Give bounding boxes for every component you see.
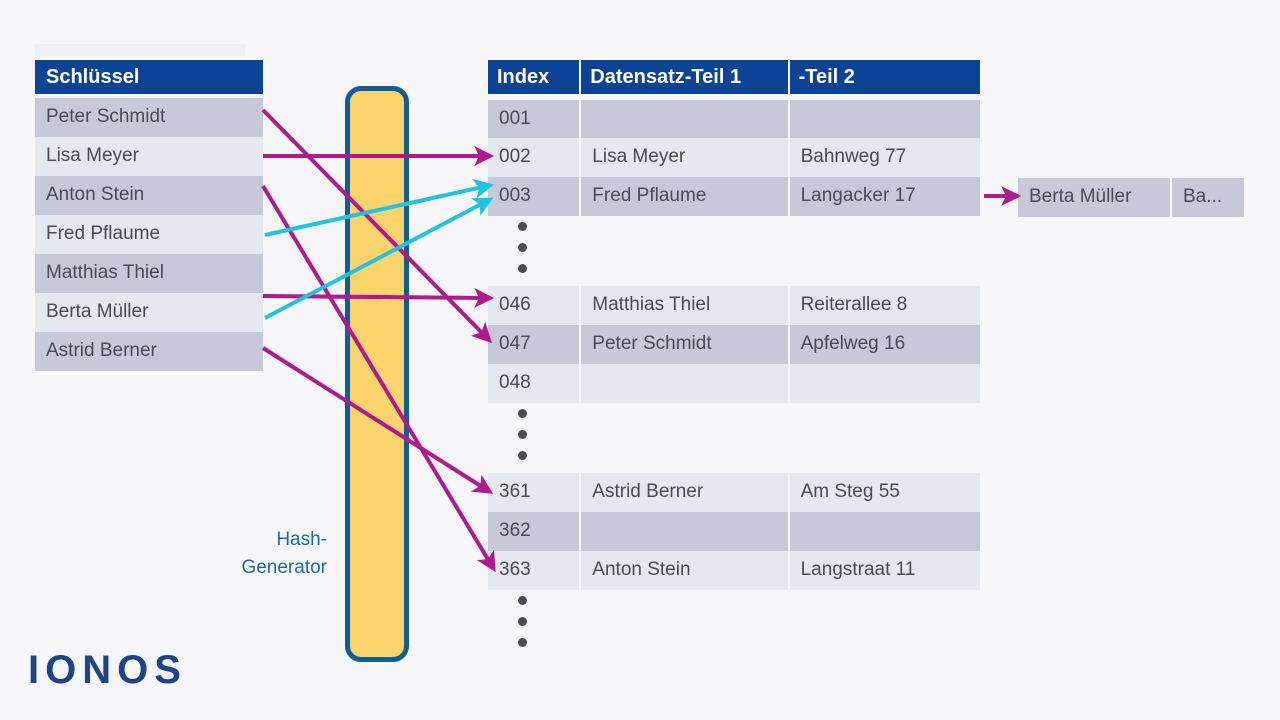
cell-part2: Apfelweg 16 xyxy=(789,325,980,364)
table-row: 003 Fred Pflaume Langacker 17 xyxy=(488,177,980,216)
cell-part2: Langacker 17 xyxy=(789,177,980,216)
records-table-header: Index Datensatz-Teil 1 -Teil 2 xyxy=(488,60,980,94)
cell-index: 002 xyxy=(488,138,580,177)
hash-generator-bar xyxy=(345,86,409,662)
cell-part2: Bahnweg 77 xyxy=(789,138,980,177)
header-part1: Datensatz-Teil 1 xyxy=(590,65,742,88)
key-label: Anton Stein xyxy=(46,184,145,206)
overflow-part2: Ba... xyxy=(1172,178,1244,217)
hash-generator-label-line2: Generator xyxy=(241,557,327,578)
keys-table-header: Schlüssel xyxy=(35,60,263,94)
cell-index: 361 xyxy=(488,473,580,512)
key-row: Berta Müller xyxy=(35,293,263,332)
cell-part1 xyxy=(581,364,788,403)
key-row: Matthias Thiel xyxy=(35,254,263,293)
cell-part1: Fred Pflaume xyxy=(581,177,788,216)
hash-generator-label-line1: Hash- xyxy=(276,529,327,550)
ionos-logo: IONOS xyxy=(28,648,187,692)
cell-part2 xyxy=(789,512,980,551)
table-row: 048 xyxy=(488,364,980,403)
cell-part1: Peter Schmidt xyxy=(581,325,788,364)
cell-part1: Matthias Thiel xyxy=(581,286,788,325)
key-row: Lisa Meyer xyxy=(35,137,263,176)
cell-part1: Lisa Meyer xyxy=(581,138,788,177)
cell-part2: Langstraat 11 xyxy=(789,551,980,590)
table-row: 362 xyxy=(488,512,980,551)
ellipsis-dots xyxy=(518,222,528,285)
key-label: Berta Müller xyxy=(46,301,149,323)
table-row: 047 Peter Schmidt Apfelweg 16 xyxy=(488,325,980,364)
table-row: 363 Anton Stein Langstraat 11 xyxy=(488,551,980,590)
table-row: 046 Matthias Thiel Reiterallee 8 xyxy=(488,286,980,325)
decorative-band xyxy=(35,44,245,56)
key-label: Lisa Meyer xyxy=(46,145,139,167)
table-row: 361 Astrid Berner Am Steg 55 xyxy=(488,473,980,512)
overflow-record: Berta Müller Ba... xyxy=(1018,178,1244,217)
table-row: 001 xyxy=(488,100,980,139)
cell-index: 003 xyxy=(488,177,580,216)
cell-part1: Anton Stein xyxy=(581,551,788,590)
key-row: Astrid Berner xyxy=(35,332,263,371)
key-label: Fred Pflaume xyxy=(46,223,161,245)
cell-index: 362 xyxy=(488,512,580,551)
cell-index: 001 xyxy=(488,100,580,139)
header-part2: -Teil 2 xyxy=(798,65,855,88)
overflow-part1: Berta Müller xyxy=(1018,178,1170,217)
hash-generator-label: Hash- Generator xyxy=(195,526,327,582)
cell-part1 xyxy=(581,100,788,139)
cell-part1: Astrid Berner xyxy=(581,473,788,512)
key-row: Fred Pflaume xyxy=(35,215,263,254)
cell-part1 xyxy=(581,512,788,551)
header-index: Index xyxy=(497,65,550,88)
cell-part2: Reiterallee 8 xyxy=(789,286,980,325)
key-label: Matthias Thiel xyxy=(46,262,164,284)
key-row: Anton Stein xyxy=(35,176,263,215)
key-label: Peter Schmidt xyxy=(46,106,166,128)
cell-part2: Am Steg 55 xyxy=(789,473,980,512)
ellipsis-dots xyxy=(518,409,528,472)
table-row: 002 Lisa Meyer Bahnweg 77 xyxy=(488,138,980,177)
key-label: Astrid Berner xyxy=(46,340,157,362)
key-row: Peter Schmidt xyxy=(35,98,263,137)
cell-part2 xyxy=(789,100,980,139)
cell-index: 047 xyxy=(488,325,580,364)
cell-index: 048 xyxy=(488,364,580,403)
cell-index: 363 xyxy=(488,551,580,590)
diagram-canvas: Schlüssel Peter Schmidt Lisa Meyer Anton… xyxy=(0,0,1280,720)
cell-index: 046 xyxy=(488,286,580,325)
ellipsis-dots xyxy=(518,596,528,659)
cell-part2 xyxy=(789,364,980,403)
